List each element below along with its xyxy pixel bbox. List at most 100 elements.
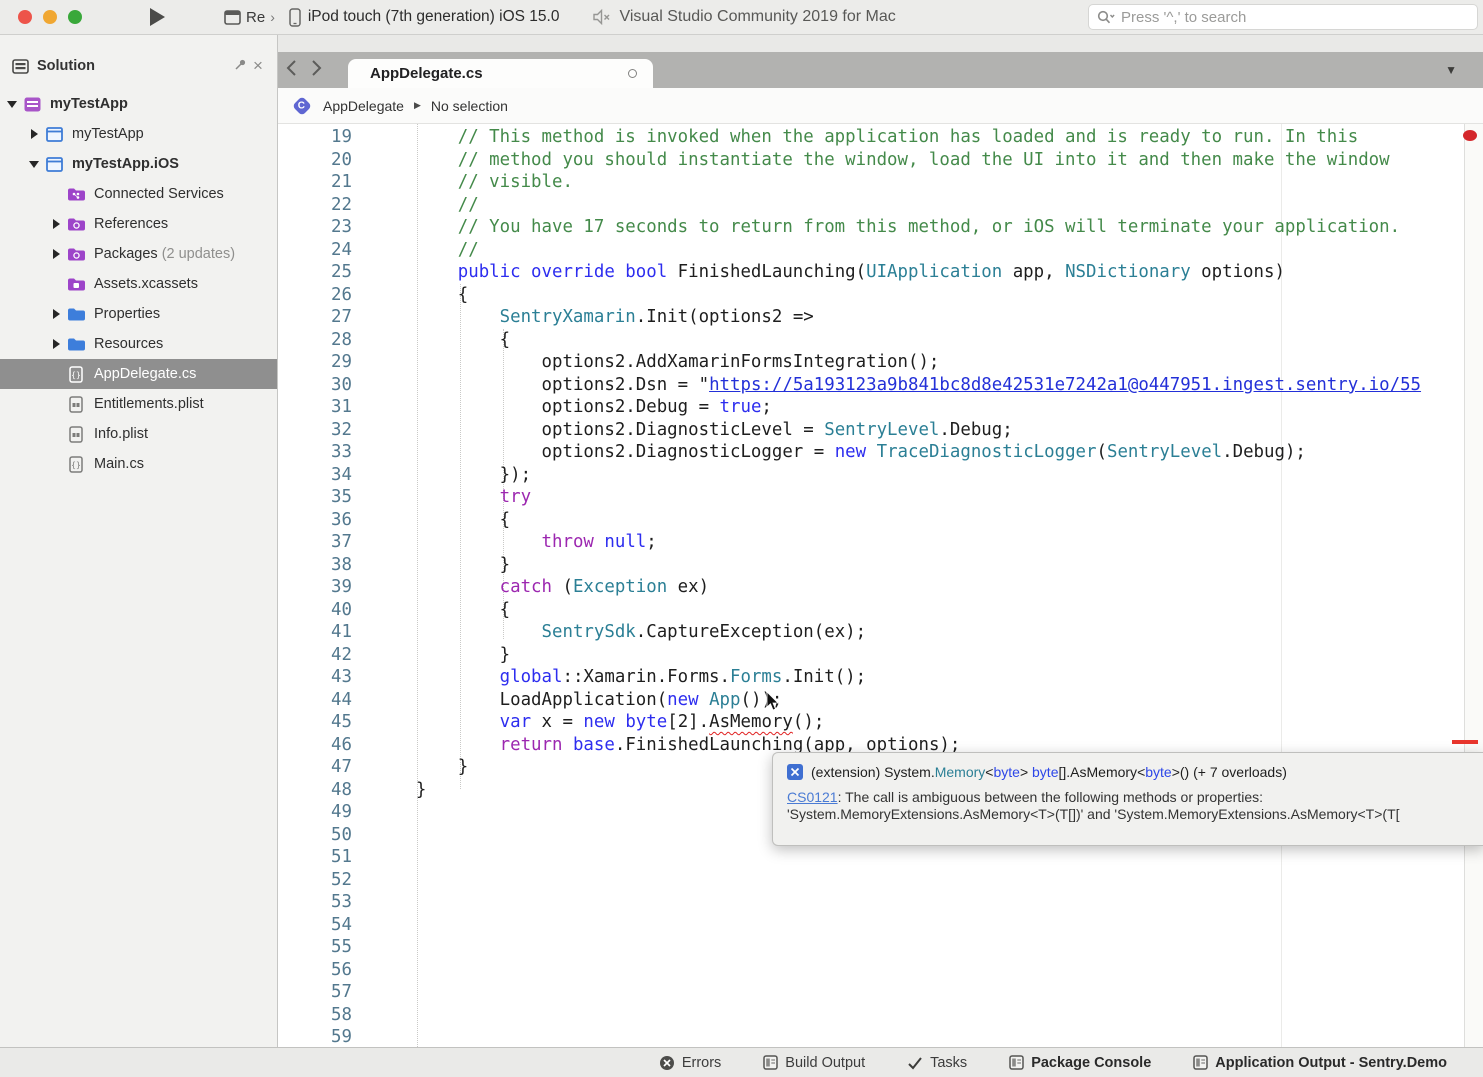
- code-line-33[interactable]: 33 options2.DiagnosticLogger = new Trace…: [278, 441, 1306, 464]
- line-number[interactable]: 55: [278, 936, 352, 959]
- code-line-24[interactable]: 24 //: [278, 239, 479, 262]
- line-number[interactable]: 29: [278, 351, 352, 374]
- pin-pad-button[interactable]: [231, 58, 249, 74]
- code-line-26[interactable]: 26 {: [278, 284, 468, 307]
- sidebar-item-resources[interactable]: Resources: [0, 329, 277, 359]
- line-number[interactable]: 24: [278, 239, 352, 262]
- code-line-23[interactable]: 23 // You have 17 seconds to return from…: [278, 216, 1400, 239]
- sidebar-item-mytestapp-ios[interactable]: myTestApp.iOS: [0, 149, 277, 179]
- code-line-39[interactable]: 39 catch (Exception ex): [278, 576, 709, 599]
- expander-icon[interactable]: [50, 219, 62, 229]
- line-number[interactable]: 48: [278, 779, 352, 802]
- code-line-32[interactable]: 32 options2.DiagnosticLevel = SentryLeve…: [278, 419, 1013, 442]
- pad-tab-tasks[interactable]: Tasks: [907, 1055, 967, 1071]
- breadcrumb-selection[interactable]: No selection: [431, 98, 508, 114]
- line-number[interactable]: 28: [278, 329, 352, 352]
- line-number[interactable]: 34: [278, 464, 352, 487]
- line-number[interactable]: 39: [278, 576, 352, 599]
- line-number[interactable]: 57: [278, 981, 352, 1004]
- code-line-36[interactable]: 36 {: [278, 509, 510, 532]
- code-line-45[interactable]: 45 var x = new byte[2].AsMemory();: [278, 711, 824, 734]
- expander-icon[interactable]: [6, 101, 18, 108]
- expander-icon[interactable]: [28, 129, 40, 139]
- line-number[interactable]: 27: [278, 306, 352, 329]
- sidebar-item-assets-xcassets[interactable]: Assets.xcassets: [0, 269, 277, 299]
- line-number[interactable]: 53: [278, 891, 352, 914]
- line-number[interactable]: 52: [278, 869, 352, 892]
- line-number[interactable]: 43: [278, 666, 352, 689]
- sidebar-item-packages[interactable]: Packages(2 updates): [0, 239, 277, 269]
- expander-icon[interactable]: [28, 161, 40, 168]
- code-line-58[interactable]: 58: [278, 1004, 374, 1027]
- line-number[interactable]: 20: [278, 149, 352, 172]
- line-number[interactable]: 46: [278, 734, 352, 757]
- code-line-20[interactable]: 20 // method you should instantiate the …: [278, 149, 1390, 172]
- line-number[interactable]: 32: [278, 419, 352, 442]
- sidebar-item-appdelegate-cs[interactable]: {}AppDelegate.cs: [0, 359, 277, 389]
- code-line-27[interactable]: 27 SentryXamarin.Init(options2 =>: [278, 306, 814, 329]
- pad-tab-errors[interactable]: Errors: [659, 1055, 721, 1071]
- pad-tab-build-output[interactable]: Build Output: [763, 1055, 865, 1071]
- sidebar-item-entitlements-plist[interactable]: Entitlements.plist: [0, 389, 277, 419]
- expander-icon[interactable]: [50, 309, 62, 319]
- line-number[interactable]: 25: [278, 261, 352, 284]
- line-number[interactable]: 47: [278, 756, 352, 779]
- tab-list-dropdown[interactable]: ▼: [1445, 52, 1457, 88]
- close-window-button[interactable]: [18, 10, 32, 24]
- close-pad-button[interactable]: ×: [249, 56, 267, 76]
- sidebar-item-mytestapp[interactable]: myTestApp: [0, 89, 277, 119]
- code-line-29[interactable]: 29 options2.AddXamarinFormsIntegration()…: [278, 351, 939, 374]
- global-search-field[interactable]: [1088, 4, 1478, 30]
- error-code-link[interactable]: CS0121: [787, 789, 838, 805]
- line-number[interactable]: 31: [278, 396, 352, 419]
- line-number[interactable]: 50: [278, 824, 352, 847]
- code-line-37[interactable]: 37 throw null;: [278, 531, 657, 554]
- search-input[interactable]: [1121, 9, 1469, 26]
- line-number[interactable]: 51: [278, 846, 352, 869]
- build-configuration-selector[interactable]: Re ›: [224, 9, 275, 26]
- code-line-59[interactable]: 59: [278, 1026, 374, 1047]
- line-number[interactable]: 59: [278, 1026, 352, 1047]
- zoom-window-button[interactable]: [68, 10, 82, 24]
- line-number[interactable]: 40: [278, 599, 352, 622]
- line-number[interactable]: 45: [278, 711, 352, 734]
- code-line-57[interactable]: 57: [278, 981, 374, 1004]
- line-number[interactable]: 58: [278, 1004, 352, 1027]
- line-number[interactable]: 23: [278, 216, 352, 239]
- code-line-53[interactable]: 53: [278, 891, 374, 914]
- code-line-38[interactable]: 38 }: [278, 554, 510, 577]
- code-line-21[interactable]: 21 // visible.: [278, 171, 573, 194]
- line-number[interactable]: 36: [278, 509, 352, 532]
- sidebar-item-main-cs[interactable]: {}Main.cs: [0, 449, 277, 479]
- code-line-44[interactable]: 44 LoadApplication(new App());: [278, 689, 782, 712]
- pad-tab-application-output-sentry-demo[interactable]: Application Output - Sentry.Demo: [1193, 1055, 1447, 1071]
- line-number[interactable]: 49: [278, 801, 352, 824]
- minimize-window-button[interactable]: [43, 10, 57, 24]
- line-number[interactable]: 42: [278, 644, 352, 667]
- line-number[interactable]: 54: [278, 914, 352, 937]
- code-line-47[interactable]: 47 }: [278, 756, 468, 779]
- code-line-52[interactable]: 52: [278, 869, 374, 892]
- expander-icon[interactable]: [50, 339, 62, 349]
- code-line-31[interactable]: 31 options2.Debug = true;: [278, 396, 772, 419]
- line-number[interactable]: 19: [278, 126, 352, 149]
- sidebar-item-connected-services[interactable]: Connected Services: [0, 179, 277, 209]
- line-number[interactable]: 26: [278, 284, 352, 307]
- sidebar-item-references[interactable]: References: [0, 209, 277, 239]
- code-line-35[interactable]: 35 try: [278, 486, 531, 509]
- line-number[interactable]: 38: [278, 554, 352, 577]
- code-line-19[interactable]: 19 // This method is invoked when the ap…: [278, 126, 1358, 149]
- code-line-43[interactable]: 43 global::Xamarin.Forms.Forms.Init();: [278, 666, 866, 689]
- tab-appdelegate-cs[interactable]: AppDelegate.cs: [348, 59, 653, 88]
- code-line-54[interactable]: 54: [278, 914, 374, 937]
- line-number[interactable]: 37: [278, 531, 352, 554]
- code-line-30[interactable]: 30 options2.Dsn = "https://5a193123a9b84…: [278, 374, 1421, 397]
- code-editor[interactable]: 19 // This method is invoked when the ap…: [278, 124, 1483, 1047]
- code-line-41[interactable]: 41 SentrySdk.CaptureException(ex);: [278, 621, 866, 644]
- sidebar-item-mytestapp[interactable]: myTestApp: [0, 119, 277, 149]
- code-line-42[interactable]: 42 }: [278, 644, 510, 667]
- run-button[interactable]: [148, 7, 168, 27]
- code-line-50[interactable]: 50: [278, 824, 374, 847]
- line-number[interactable]: 56: [278, 959, 352, 982]
- code-line-48[interactable]: 48 }: [278, 779, 426, 802]
